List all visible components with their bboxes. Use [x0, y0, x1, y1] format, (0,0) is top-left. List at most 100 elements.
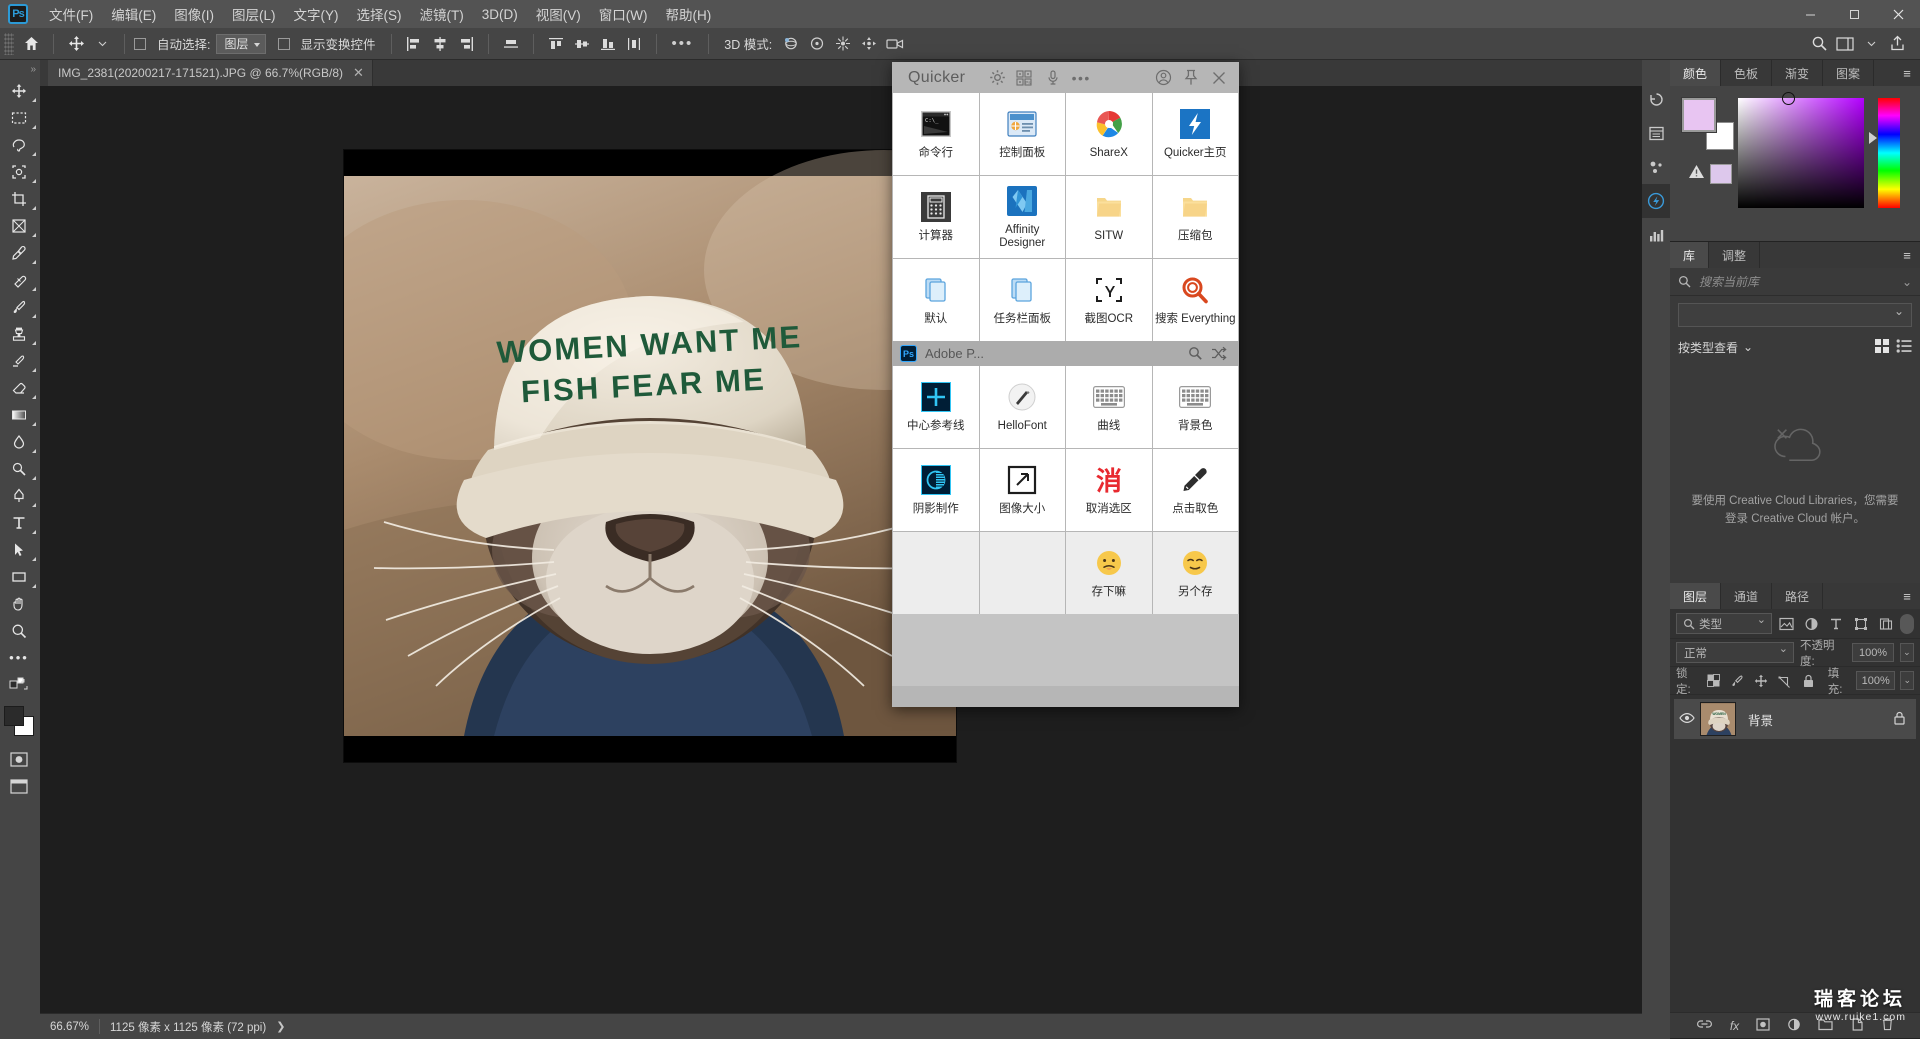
share-icon[interactable] [1884, 32, 1910, 56]
out-of-gamut-warning-icon[interactable] [1688, 164, 1705, 183]
auto-select-checkbox[interactable] [134, 37, 146, 50]
tab-swatches[interactable]: 色板 [1721, 60, 1773, 86]
tool-clone-stamp[interactable] [0, 320, 38, 347]
filter-type-icon[interactable] [1826, 613, 1847, 634]
distribute-horizontal-icon[interactable] [621, 32, 647, 56]
more-icon[interactable]: ••• [1067, 65, 1095, 91]
quicker-action-command-line[interactable]: C:\_ 命令行 [893, 93, 979, 175]
workspace-icon[interactable] [1832, 32, 1858, 56]
tab-channels[interactable]: 通道 [1721, 583, 1773, 609]
color-field-marker[interactable] [1782, 92, 1795, 105]
filter-smart-object-icon[interactable] [1875, 613, 1896, 634]
lock-image-icon[interactable] [1728, 670, 1747, 691]
tab-adjustments[interactable]: 调整 [1709, 242, 1761, 268]
tool-crop[interactable] [0, 185, 38, 212]
quicker-action-background-color[interactable]: 背景色 [1152, 366, 1238, 448]
3d-slide-icon[interactable] [856, 32, 882, 56]
foreground-color-swatch[interactable] [4, 706, 24, 726]
library-search-row[interactable]: 搜索当前库 ⌄ [1670, 268, 1920, 296]
quicker-action-control-panel[interactable]: 控制面板 [979, 93, 1065, 175]
layer-filter-toggle[interactable] [1900, 613, 1915, 634]
opacity-stepper[interactable]: ⌄ [1899, 643, 1914, 662]
quicker-action-quicker-home[interactable]: Quicker主页 [1152, 93, 1238, 175]
search-icon[interactable] [1806, 32, 1832, 56]
document-tab-close-icon[interactable]: ✕ [353, 65, 364, 81]
foreground-color-chip[interactable] [1681, 97, 1717, 133]
3d-roll-icon[interactable] [804, 32, 830, 56]
list-view-icon[interactable] [1896, 338, 1912, 357]
tab-layers[interactable]: 图层 [1670, 583, 1722, 609]
quicker-action-sitw[interactable]: SITW [1066, 176, 1152, 258]
tool-type[interactable] [0, 509, 38, 536]
layers-panel-menu-icon[interactable]: ≡ [1894, 583, 1920, 609]
tool-zoom[interactable] [0, 617, 38, 644]
document-tab[interactable]: IMG_2381(20200217-171521).JPG @ 66.7%(RG… [48, 60, 373, 86]
grid-icon[interactable]: Ps [1011, 65, 1039, 91]
quicker-action-pick-color[interactable]: 点击取色 [1152, 449, 1238, 531]
tool-history-brush[interactable] [0, 347, 38, 374]
align-top-edges-icon[interactable] [498, 32, 524, 56]
quicker-action-affinity-designer[interactable]: Affinity Designer [979, 176, 1065, 258]
quicker-action-deselect[interactable]: 消 取消选区 [1066, 449, 1152, 531]
layer-visibility-icon[interactable] [1674, 712, 1700, 727]
adjustment-layer-icon[interactable] [1787, 1018, 1801, 1034]
distribute-vertical-centers-icon[interactable] [569, 32, 595, 56]
tab-color[interactable]: 颜色 [1670, 60, 1722, 86]
library-view-label[interactable]: 按类型查看 [1678, 339, 1738, 356]
canvas-area[interactable]: WOMEN WANT ME FISH FEAR ME [40, 86, 1642, 1013]
workspace-chevron-icon[interactable] [1858, 32, 1884, 56]
tool-dodge[interactable] [0, 455, 38, 482]
tool-rectangle[interactable] [0, 563, 38, 590]
tool-screen-mode[interactable] [0, 773, 38, 800]
layer-filter-type-dropdown[interactable]: 类型 [1676, 613, 1772, 634]
align-left-edges-icon[interactable] [401, 32, 427, 56]
options-bar-grip[interactable] [4, 32, 14, 55]
quicker-action-image-size[interactable]: 图像大小 [979, 449, 1065, 531]
tool-hand[interactable] [0, 590, 38, 617]
microphone-icon[interactable] [1039, 65, 1067, 91]
align-right-edges-icon[interactable] [453, 32, 479, 56]
blend-mode-dropdown[interactable]: 正常 [1676, 642, 1794, 663]
properties-panel-icon[interactable] [1642, 116, 1670, 150]
tool-object-selection[interactable] [0, 158, 38, 185]
color-swatches[interactable] [2, 704, 36, 738]
align-horizontal-centers-icon[interactable] [427, 32, 453, 56]
lock-all-icon[interactable] [1799, 670, 1818, 691]
tool-move[interactable] [0, 77, 38, 104]
tool-quick-mask[interactable] [0, 746, 38, 773]
menu-help[interactable]: 帮助(H) [656, 0, 720, 28]
minimize-button[interactable] [1788, 0, 1832, 28]
zoom-level[interactable]: 66.67% [40, 1021, 99, 1033]
lock-position-icon[interactable] [1752, 670, 1771, 691]
maximize-button[interactable] [1832, 0, 1876, 28]
histogram-panel-icon[interactable] [1642, 218, 1670, 252]
menu-select[interactable]: 选择(S) [348, 0, 411, 28]
tool-pen[interactable] [0, 482, 38, 509]
quicker-action-taskbar-panel[interactable]: 任务栏面板 [979, 259, 1065, 341]
fill-value[interactable]: 100% [1856, 671, 1896, 690]
filter-pixel-icon[interactable] [1776, 613, 1797, 634]
menu-edit[interactable]: 编辑(E) [102, 0, 165, 28]
quicker-action-calculator[interactable]: 计算器 [893, 176, 979, 258]
show-transform-checkbox[interactable] [277, 37, 290, 50]
quicker-action-archive[interactable]: 压缩包 [1152, 176, 1238, 258]
tab-paths[interactable]: 路径 [1772, 583, 1824, 609]
menu-window[interactable]: 窗口(W) [590, 0, 657, 28]
3d-camera-icon[interactable] [882, 32, 908, 56]
account-icon[interactable] [1149, 65, 1177, 91]
status-expand-icon[interactable]: ❯ [276, 1020, 285, 1033]
library-search-chevron-icon[interactable]: ⌄ [1902, 275, 1912, 289]
quicker-action-search-everything[interactable]: 搜索 Everything [1152, 259, 1238, 341]
tool-spot-healing[interactable] [0, 266, 38, 293]
history-panel-icon[interactable] [1642, 82, 1670, 116]
grid-view-icon[interactable] [1874, 338, 1890, 357]
menu-layer[interactable]: 图层(L) [223, 0, 285, 28]
tool-blur[interactable] [0, 428, 38, 455]
brush-settings-panel-icon[interactable] [1642, 150, 1670, 184]
quicker-action-shadow-maker[interactable]: 阴影制作 [893, 449, 979, 531]
tool-rectangular-marquee[interactable] [0, 104, 38, 131]
library-view-chevron-icon[interactable]: ⌄ [1743, 340, 1753, 354]
tab-gradients[interactable]: 渐变 [1772, 60, 1824, 86]
home-icon[interactable] [18, 32, 44, 56]
quicker-section-header[interactable]: Ps Adobe P... [892, 341, 1239, 366]
